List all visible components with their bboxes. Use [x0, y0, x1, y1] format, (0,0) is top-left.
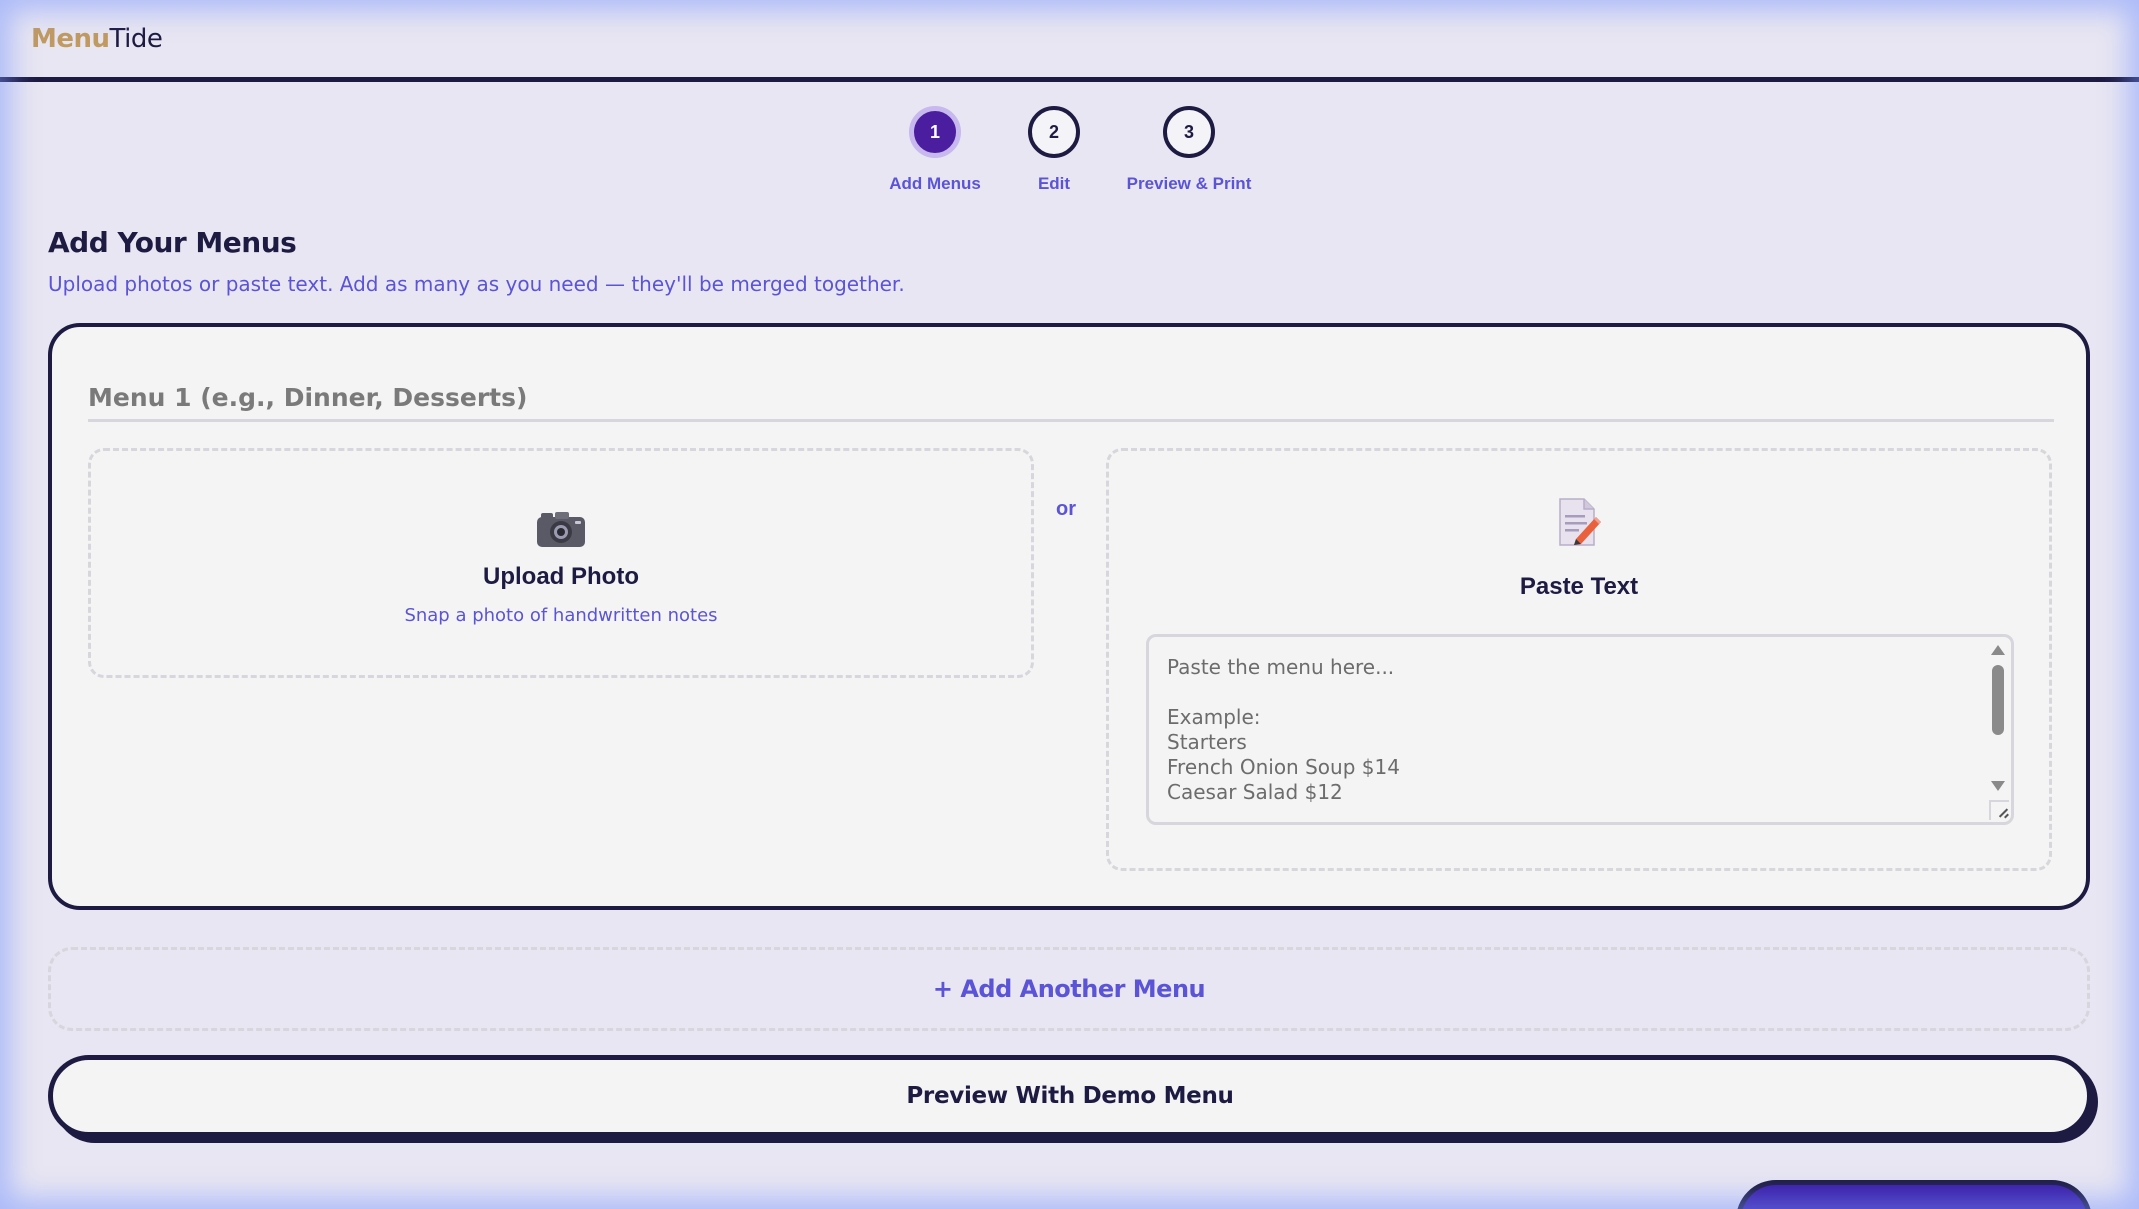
upload-photo-title: Upload Photo [483, 563, 639, 590]
preview-demo-menu-button[interactable]: Preview With Demo Menu [48, 1055, 2092, 1137]
add-another-menu-button[interactable]: + Add Another Menu [48, 947, 2090, 1031]
page-title: Add Your Menus [48, 226, 297, 259]
paste-text-panel: Paste Text [1106, 448, 2052, 871]
paste-menu-textarea[interactable] [1149, 637, 2011, 822]
logo-text-menu: Menu [31, 24, 110, 54]
step-circle: 3 [1163, 106, 1215, 158]
step-label: Preview & Print [1126, 174, 1252, 193]
scroll-up-arrow-icon[interactable] [1991, 645, 2005, 655]
upload-photo-dropzone[interactable]: Upload Photo Snap a photo of handwritten… [88, 448, 1034, 678]
app-logo[interactable]: MenuTide [31, 24, 163, 54]
top-header: MenuTide [0, 0, 2139, 82]
resize-handle-icon[interactable] [1989, 800, 2009, 820]
menu-card: Upload Photo Snap a photo of handwritten… [48, 323, 2090, 910]
step-preview-print[interactable]: 3 Preview & Print [1089, 106, 1289, 194]
menu-name-input[interactable] [88, 376, 2054, 422]
scroll-thumb[interactable] [1992, 665, 2004, 735]
scroll-down-arrow-icon[interactable] [1991, 781, 2005, 791]
upload-photo-hint: Snap a photo of handwritten notes [404, 605, 718, 626]
paste-text-title: Paste Text [1519, 573, 1639, 600]
textarea-scrollbar[interactable] [1990, 641, 2006, 791]
camera-icon [91, 509, 1031, 553]
or-divider: or [1056, 498, 1076, 520]
paste-textarea-wrapper [1146, 634, 2014, 825]
logo-text-tide: Tide [109, 24, 163, 54]
memo-icon [1109, 497, 2049, 551]
continue-button[interactable] [1736, 1180, 2092, 1209]
page-subtitle: Upload photos or paste text. Add as many… [48, 272, 905, 296]
step-circle: 2 [1028, 106, 1080, 158]
